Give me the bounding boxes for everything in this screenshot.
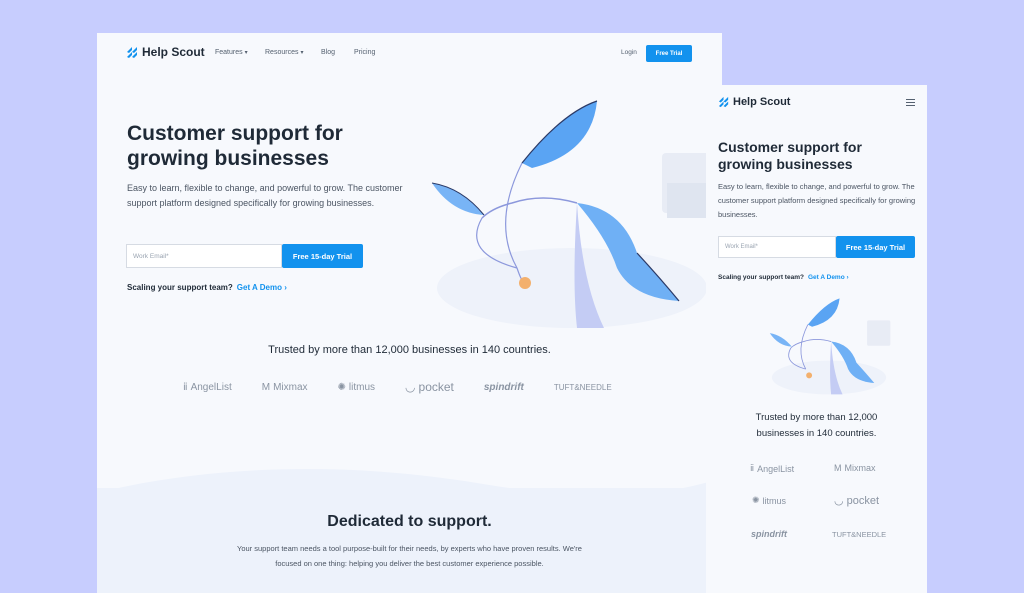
brand-logo-mobile[interactable]: Help Scout	[718, 96, 790, 108]
work-email-input-mobile[interactable]: Work Email*	[718, 236, 836, 258]
logo-mixmax-mobile: M Mixmax	[834, 463, 876, 473]
hero-subtitle-mobile: Easy to learn, flexible to change, and p…	[718, 182, 916, 219]
get-demo-link[interactable]: Get A Demo ›	[237, 283, 287, 292]
dedicated-section-bg	[97, 488, 722, 593]
start-trial-button-mobile[interactable]: Free 15-day Trial	[836, 236, 915, 258]
chevron-down-icon: ▾	[300, 50, 304, 56]
dedicated-title: Dedicated to support.	[327, 513, 492, 530]
nav-resources[interactable]: Resources ▾	[265, 49, 303, 56]
pocket-label: pocket	[418, 380, 454, 394]
angellist-label: AngelList	[190, 381, 232, 393]
logo-spindrift-mobile: spindrift	[751, 529, 787, 539]
brand-name: Help Scout	[142, 45, 205, 59]
nav-blog[interactable]: Blog	[321, 49, 335, 56]
logo-litmus-mobile: ✺ litmus	[752, 495, 786, 506]
hamburger-menu-icon[interactable]	[906, 99, 915, 108]
logo-angellist-mobile: ⅱ AngelList	[750, 463, 794, 474]
brand-logo[interactable]: Help Scout	[126, 45, 205, 59]
mixmax-icon: M	[261, 381, 271, 393]
logo-tuft-needle-mobile: TUFT&NEEDLE	[832, 530, 887, 539]
hero-illustration	[431, 100, 717, 328]
logo-spindrift: spindrift	[483, 381, 524, 393]
scaling-prompt: Scaling your support team? Get A Demo ›	[127, 283, 287, 292]
trusted-by-text-mobile: Trusted by more than 12,000 businesses i…	[755, 412, 878, 439]
desktop-page: Help Scout Features ▾ Resources ▾ Blog Pri…	[97, 33, 722, 593]
nav-resources-label: Resources	[265, 49, 299, 56]
mixmax-icon: M	[834, 463, 842, 473]
angellist-icon: ⅱ	[750, 463, 755, 473]
hero-title-mobile: Customer support for growing businesses	[718, 139, 862, 172]
scaling-text-mobile: Scaling your support team?	[718, 274, 804, 281]
logo-pocket: ◡ pocket	[405, 380, 454, 394]
email-placeholder-mobile: Work Email*	[725, 244, 758, 250]
free-trial-button[interactable]: Free Trial	[646, 45, 692, 62]
get-demo-link-mobile[interactable]: Get A Demo ›	[808, 274, 849, 281]
litmus-icon: ✺	[337, 381, 346, 393]
nav-features-label: Features	[215, 49, 243, 56]
section-wave	[97, 469, 722, 503]
customer-logos: ⅱ AngelList M Mixmax ✺ litmus ◡ pocket spind…	[183, 380, 612, 394]
chevron-down-icon: ▾	[244, 50, 248, 56]
nav-features[interactable]: Features ▾	[215, 49, 248, 56]
trusted-by-text: Trusted by more than 12,000 businesses i…	[268, 344, 551, 356]
start-trial-button[interactable]: Free 15-day Trial	[282, 244, 363, 268]
hero-illustration-mobile	[769, 298, 891, 395]
litmus-label-mobile: litmus	[762, 495, 787, 506]
hero-title: Customer support for growing businesses	[127, 122, 343, 171]
pocket-icon: ◡	[834, 495, 844, 507]
login-link[interactable]: Login	[621, 49, 637, 56]
brand-name-mobile: Help Scout	[733, 96, 791, 108]
litmus-label: litmus	[348, 381, 376, 393]
logo-mixmax: M Mixmax	[262, 382, 308, 393]
scaling-text: Scaling your support team?	[127, 283, 233, 292]
logo-pocket-mobile: ◡ pocket	[834, 494, 880, 508]
angellist-icon: ⅱ	[183, 381, 188, 393]
mixmax-label-mobile: Mixmax	[844, 463, 876, 473]
helpscout-logo-icon	[718, 96, 729, 108]
hero-subtitle: Easy to learn, flexible to change, and p…	[127, 183, 403, 209]
mobile-page: Help Scout Customer support for growing …	[706, 85, 927, 593]
pocket-icon: ◡	[405, 380, 416, 394]
pocket-label-mobile: pocket	[846, 494, 880, 507]
helpscout-logo-icon	[127, 46, 137, 58]
work-email-input[interactable]: Work Email*	[126, 244, 282, 268]
angellist-label-mobile: AngelList	[757, 463, 795, 474]
logo-tuft-needle: TUFT&NEEDLE	[553, 382, 612, 392]
top-navigation: Help Scout Features ▾ Resources ▾ Blog Pri…	[97, 33, 722, 75]
email-placeholder: Work Email*	[133, 252, 169, 260]
mixmax-label: Mixmax	[273, 381, 308, 393]
logo-litmus: ✺ litmus	[338, 382, 376, 393]
logo-angellist: ⅱ AngelList	[183, 382, 232, 393]
dedicated-text: Your support team needs a tool purpose-b…	[237, 544, 582, 568]
nav-pricing[interactable]: Pricing	[354, 49, 375, 56]
litmus-icon: ✺	[752, 495, 760, 505]
scaling-prompt-mobile: Scaling your support team? Get A Demo ›	[718, 274, 849, 281]
